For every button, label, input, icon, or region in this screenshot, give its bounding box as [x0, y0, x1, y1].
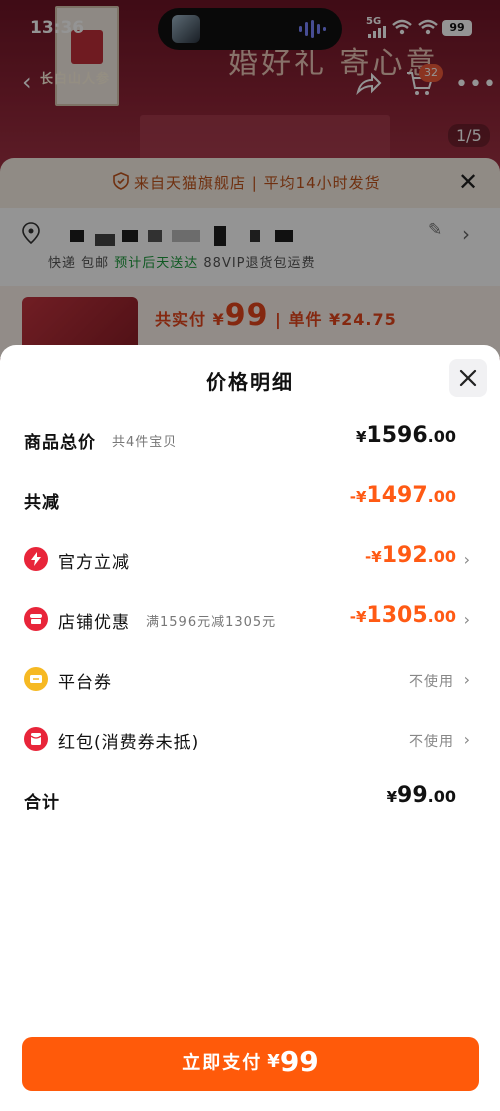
ticket-icon [24, 667, 48, 691]
row-grand-total: 合计 ¥99.00 [0, 779, 500, 819]
modal-title: 价格明细 [206, 370, 294, 394]
pay-now-button[interactable]: 立即支付 ¥99 [22, 1037, 479, 1091]
amount-decimal: .00 [427, 487, 456, 506]
row-amount: -¥1497.00 [350, 483, 456, 508]
amount-integer: 1497 [366, 483, 428, 508]
row-label: 共减 [24, 493, 60, 513]
pay-button-amount: 99 [279, 1045, 319, 1078]
amount-currency: ¥ [386, 788, 398, 806]
close-icon [459, 369, 477, 387]
row-red-packet[interactable]: 红包(消费券未抵) 不使用 › [0, 719, 500, 759]
amount-currency: -¥ [349, 488, 367, 506]
row-amount: ¥1596.00 [356, 423, 456, 448]
row-platform-coupon[interactable]: 平台券 不使用 › [0, 659, 500, 699]
row-label: 合计 [24, 793, 60, 813]
row-amount: -¥1305.00 [350, 603, 456, 628]
amount-currency: -¥ [365, 548, 382, 566]
red-packet-icon [24, 727, 48, 751]
row-sub: 满1596元减1305元 [146, 615, 277, 630]
pay-button-currency: ¥ [267, 1051, 280, 1072]
amount-integer: 1596 [366, 423, 428, 448]
amount-integer: 192 [381, 543, 428, 568]
row-amount: -¥192.00 [365, 543, 456, 568]
chevron-right-icon: › [463, 730, 470, 749]
price-detail-sheet: 价格明细 商品总价 共4件宝贝 ¥1596.00 共减 -¥1497.00 官方… [0, 345, 500, 1111]
row-sub: 共4件宝贝 [112, 435, 178, 450]
lightning-icon [24, 547, 48, 571]
row-goods-total: 商品总价 共4件宝贝 ¥1596.00 [0, 419, 500, 459]
amount-decimal: .00 [427, 547, 456, 566]
amount-decimal: .00 [427, 427, 456, 446]
amount-integer: 1305 [366, 603, 428, 628]
shop-coupon-icon [24, 607, 48, 631]
amount-integer: 99 [397, 783, 428, 808]
chevron-right-icon: › [463, 610, 470, 629]
row-label: 平台券 [58, 673, 112, 693]
amount-currency: ¥ [355, 428, 367, 446]
row-shop-discount[interactable]: 店铺优惠 满1596元减1305元 -¥1305.00 › [0, 599, 500, 639]
amount-decimal: .00 [427, 607, 456, 626]
row-amount: ¥99.00 [387, 783, 456, 808]
row-total-discount: 共减 -¥1497.00 [0, 479, 500, 519]
amount-decimal: .00 [427, 787, 456, 806]
close-button[interactable] [449, 359, 487, 397]
row-label: 官方立减 [58, 553, 130, 573]
row-status: 不使用 [409, 674, 454, 690]
row-label: 店铺优惠 [58, 613, 130, 633]
amount-currency: -¥ [349, 608, 367, 626]
row-status: 不使用 [409, 734, 454, 750]
row-label: 红包(消费券未抵) [58, 733, 200, 753]
pay-button-label: 立即支付 [182, 1052, 263, 1074]
chevron-right-icon: › [463, 550, 470, 569]
row-label: 商品总价 [24, 433, 96, 453]
chevron-right-icon: › [463, 670, 470, 689]
row-official-discount[interactable]: 官方立减 -¥192.00 › [0, 539, 500, 579]
